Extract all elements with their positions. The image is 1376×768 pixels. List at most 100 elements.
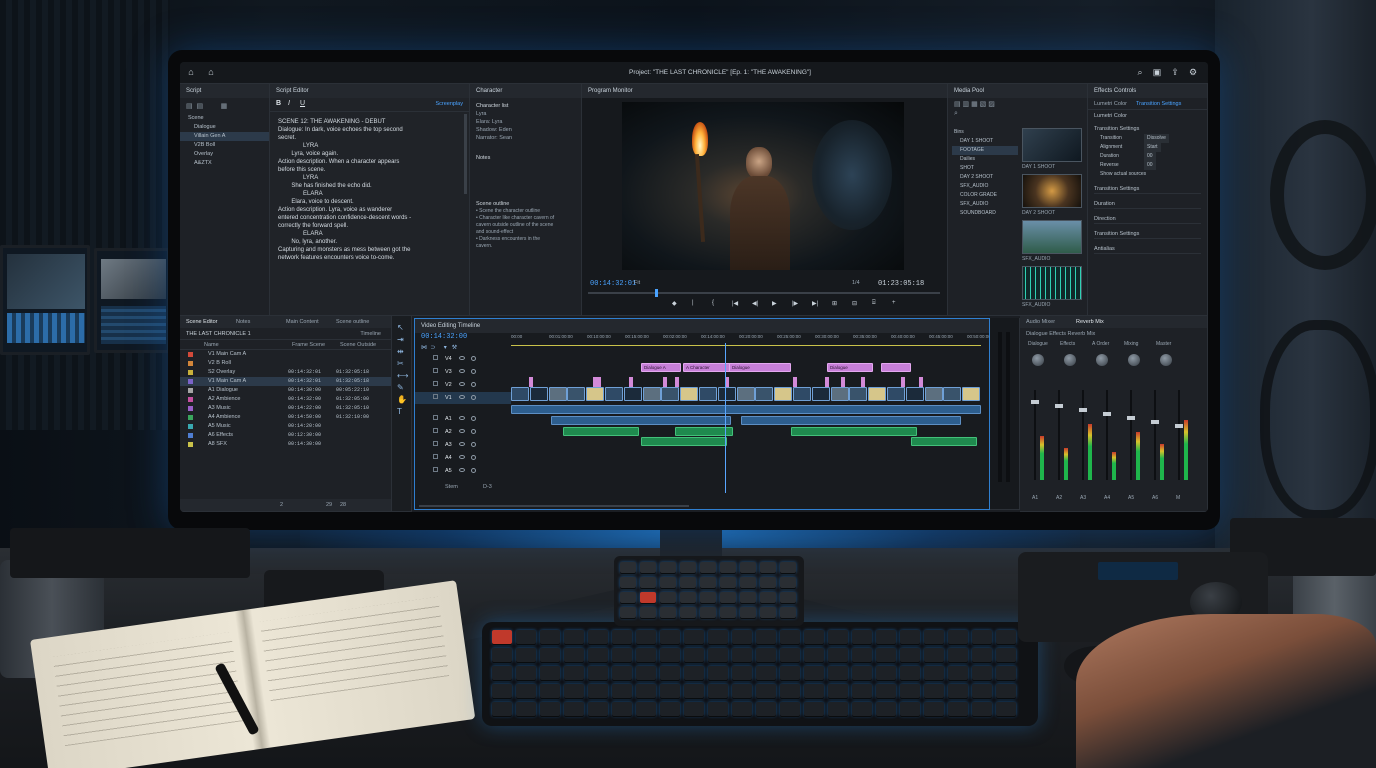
video-clip[interactable] <box>830 387 849 401</box>
col-frame-scene[interactable]: Frame Scene <box>292 341 325 349</box>
track-mute-icon[interactable] <box>471 468 476 473</box>
fx-param-value[interactable]: 00 <box>1144 161 1156 170</box>
keyboard-key[interactable] <box>636 648 656 662</box>
tab-reverb-mix[interactable]: Reverb Mix <box>1076 318 1104 326</box>
media-folder[interactable]: Dailies <box>952 155 1018 164</box>
keyboard-key[interactable] <box>852 666 872 680</box>
keyboard-key[interactable] <box>708 648 728 662</box>
scene-row[interactable]: A5 Music 00:14:20:00 <box>180 422 391 431</box>
keyboard-key[interactable] <box>492 648 512 662</box>
marker-clip[interactable]: Dialogue <box>827 363 873 372</box>
keyboard-key[interactable] <box>804 630 824 644</box>
audio-clip-a4[interactable] <box>641 437 727 446</box>
script-text[interactable]: SCENE 12: THE AWAKENING - DEBUT Dialogue:… <box>270 112 469 268</box>
transport-button[interactable]: ◆ <box>672 300 677 307</box>
pan-knob[interactable] <box>1064 354 1076 366</box>
media-folder[interactable]: SFX_AUDIO <box>952 200 1018 209</box>
transport-button[interactable]: ◀| <box>752 300 758 307</box>
audio-clip-a2b[interactable] <box>741 416 961 425</box>
keyboard-key[interactable] <box>804 666 824 680</box>
keypad-key[interactable] <box>760 562 776 573</box>
keyboard-key[interactable] <box>516 648 536 662</box>
select-tool-icon[interactable]: ↖ <box>397 322 411 334</box>
marker-flag[interactable] <box>793 377 797 387</box>
keypad-key[interactable] <box>780 577 796 588</box>
video-clip[interactable] <box>699 387 717 401</box>
fader-cap[interactable] <box>1103 412 1111 416</box>
keyboard-key[interactable] <box>828 684 848 698</box>
keypad-key[interactable] <box>720 607 736 618</box>
keyboard-key[interactable] <box>588 666 608 680</box>
track-lock-icon[interactable] <box>433 454 438 459</box>
track-lock-icon[interactable] <box>433 368 438 373</box>
keyboard-key[interactable] <box>756 648 776 662</box>
keyboard-key[interactable] <box>876 702 896 716</box>
fader-track[interactable] <box>1151 390 1159 480</box>
folder-open-icon[interactable]: ▤ <box>197 103 204 110</box>
keyboard-key[interactable] <box>708 702 728 716</box>
tab-audio-mixer[interactable]: Audio Mixer <box>1026 318 1055 326</box>
keyboard-key[interactable] <box>900 648 920 662</box>
track-eye-icon[interactable] <box>459 442 465 446</box>
keyboard-key[interactable] <box>900 684 920 698</box>
scene-row[interactable]: A6 Effects 00:12:30:00 <box>180 431 391 440</box>
grid-icon[interactable]: ▦ <box>221 103 228 110</box>
track-lock-icon[interactable] <box>433 441 438 446</box>
col-scene-outside[interactable]: Scene Outside <box>340 341 376 349</box>
fit-dropdown[interactable]: Fit <box>634 280 640 286</box>
keyboard-key[interactable] <box>732 648 752 662</box>
keypad-key[interactable] <box>760 592 776 603</box>
fx-param-value[interactable]: Dissolve <box>1144 134 1169 143</box>
zoom-dropdown[interactable]: 1/4 <box>852 280 860 286</box>
scene-row[interactable]: V1 Main Cam A <box>180 350 391 359</box>
track-lock-icon[interactable] <box>433 467 438 472</box>
keyboard-key[interactable] <box>636 630 656 644</box>
video-clip[interactable] <box>661 387 680 401</box>
fx-param-value[interactable]: 00 <box>1144 152 1156 161</box>
keypad-key[interactable] <box>640 562 656 573</box>
fader-cap[interactable] <box>1031 400 1039 404</box>
transport-button[interactable]: | <box>692 300 694 306</box>
video-clip[interactable] <box>849 387 868 401</box>
tab-lumetri[interactable]: Lumetri Color <box>1094 100 1127 108</box>
keypad-key[interactable] <box>620 592 636 603</box>
keyboard-key[interactable] <box>660 666 680 680</box>
keyboard-key[interactable] <box>684 702 704 716</box>
keyboard-key[interactable] <box>612 666 632 680</box>
keypad-key[interactable] <box>700 562 716 573</box>
keyboard-key[interactable] <box>852 702 872 716</box>
marker-flag[interactable] <box>825 377 829 387</box>
transport-button[interactable]: + <box>892 300 896 306</box>
keypad-key[interactable] <box>640 592 656 603</box>
script-item[interactable]: Villain Gen A <box>180 132 269 141</box>
keypad-key[interactable] <box>760 577 776 588</box>
current-timecode[interactable]: 00:14:32:01 <box>590 280 636 288</box>
fx-section[interactable]: Antialias <box>1094 245 1201 254</box>
keyboard-key[interactable] <box>756 666 776 680</box>
media-folder[interactable]: FOOTAGE <box>952 146 1018 155</box>
keyboard-key[interactable] <box>756 702 776 716</box>
video-clip[interactable] <box>736 387 755 401</box>
video-clip[interactable] <box>529 387 548 401</box>
keypad-key[interactable] <box>740 607 756 618</box>
keyboard-key[interactable] <box>876 684 896 698</box>
marker-flag[interactable] <box>901 377 905 387</box>
media-folder[interactable]: SHOT <box>952 164 1018 173</box>
fx-section[interactable]: Lumetri Color <box>1094 112 1201 121</box>
fader-cap[interactable] <box>1055 404 1063 408</box>
video-clip[interactable] <box>511 387 529 401</box>
marker-flag[interactable] <box>529 377 533 387</box>
character-entry[interactable]: Narrator: Sean <box>476 134 575 142</box>
keyboard-key[interactable] <box>636 666 656 680</box>
keypad-key[interactable] <box>720 592 736 603</box>
video-clip[interactable] <box>605 387 623 401</box>
scene-row[interactable]: A4 Ambience 00:14:50:00 01:32:10:00 <box>180 413 391 422</box>
keyboard-key[interactable] <box>900 702 920 716</box>
video-clip[interactable] <box>868 387 887 401</box>
track-eye-icon[interactable] <box>459 382 465 386</box>
fx-section[interactable]: Transition Settings <box>1094 230 1201 239</box>
fader-cap[interactable] <box>1151 420 1159 424</box>
video-clip[interactable] <box>755 387 774 401</box>
video-clip[interactable] <box>793 387 811 401</box>
track-header[interactable]: V3 <box>415 366 511 378</box>
